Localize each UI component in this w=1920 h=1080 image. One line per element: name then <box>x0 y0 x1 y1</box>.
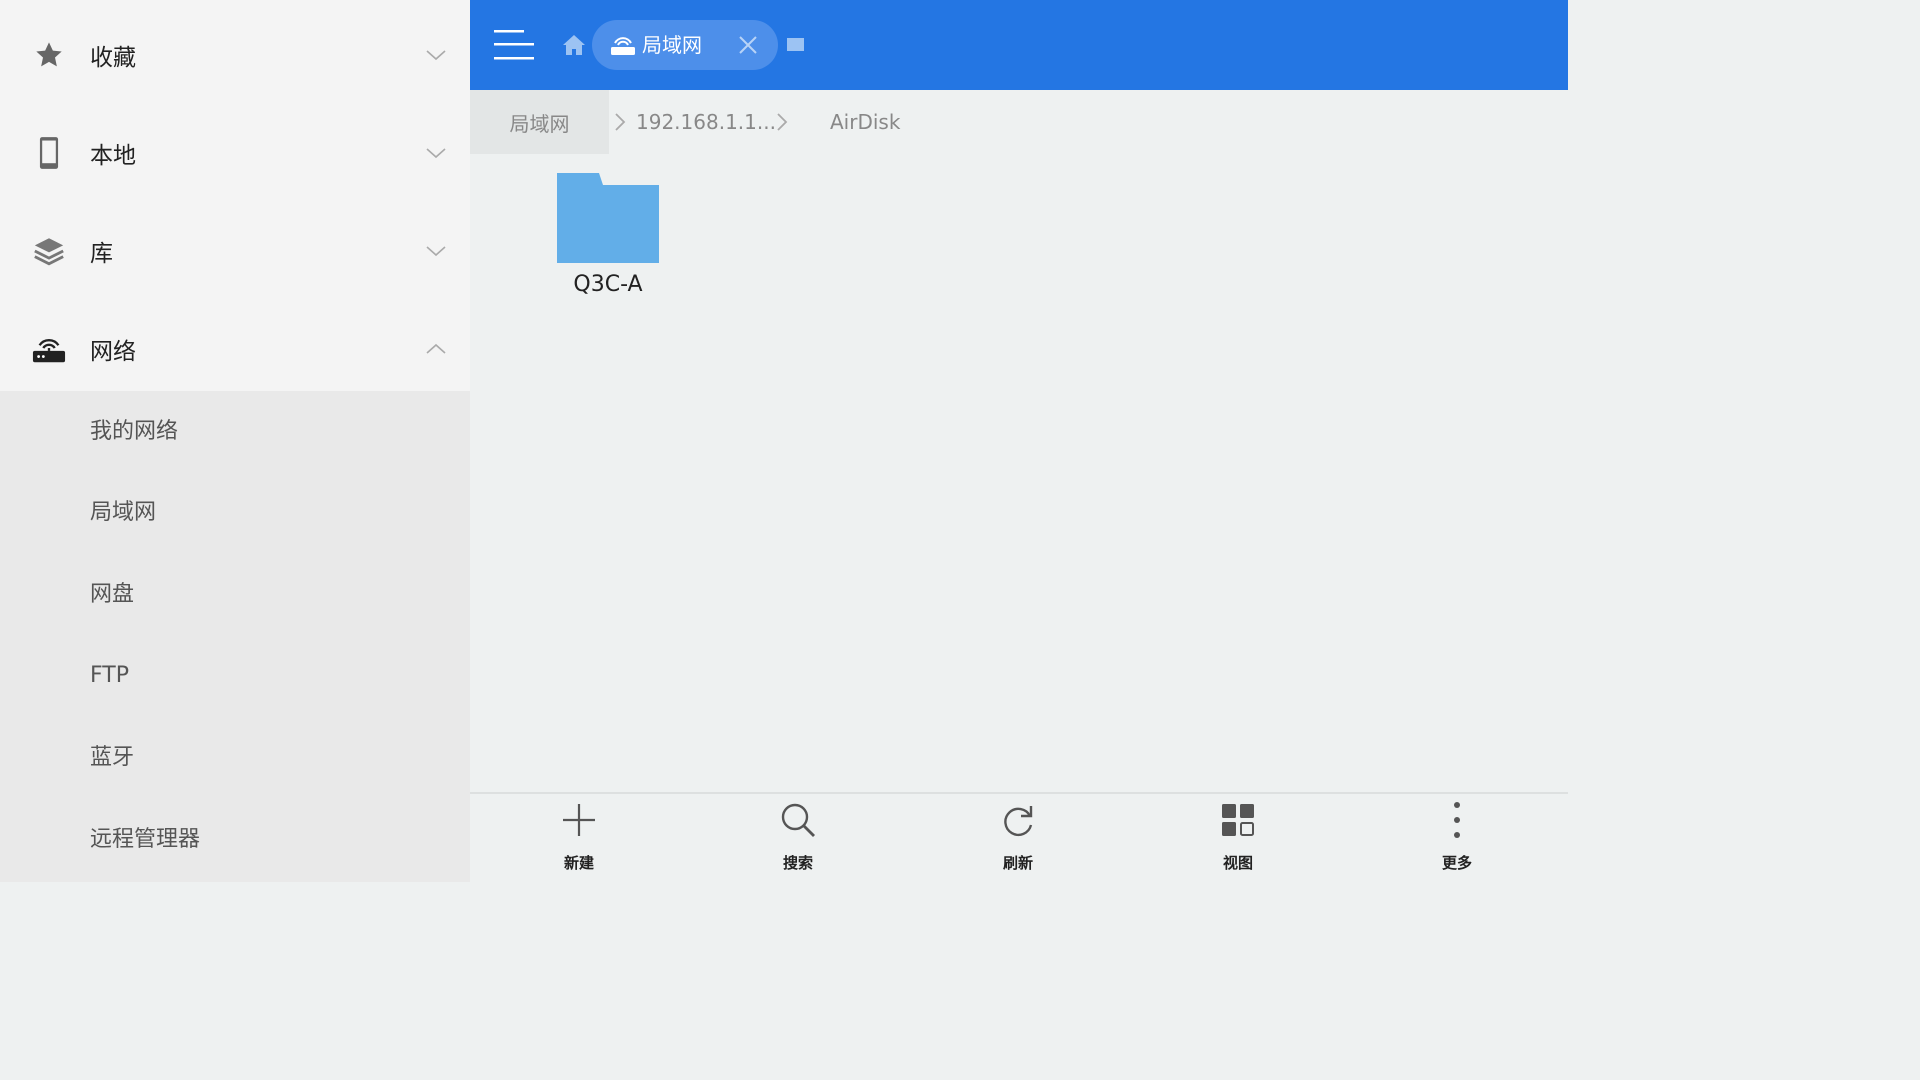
sidebar-item-remote-manager[interactable]: 远程管理器 <box>90 825 200 855</box>
layers-icon <box>32 234 66 268</box>
chevron-down-icon[interactable] <box>424 239 448 263</box>
file-item[interactable]: Q3C-A <box>552 168 664 308</box>
home-icon[interactable] <box>562 34 586 56</box>
tab-lan[interactable]: 局域网 <box>592 20 778 70</box>
file-name: Q3C-A <box>573 272 643 297</box>
view-button[interactable]: 视图 <box>1183 802 1293 876</box>
sidebar-section-label: 收藏 <box>90 45 136 71</box>
tab-label: 局域网 <box>642 33 702 57</box>
sidebar-item-my-network[interactable]: 我的网络 <box>90 417 178 447</box>
refresh-button[interactable]: 刷新 <box>963 802 1073 876</box>
plus-icon <box>563 804 595 836</box>
bottom-toolbar: 新建 搜索 刷新 视图 更多 <box>470 792 1568 882</box>
more-button[interactable]: 更多 <box>1402 802 1512 876</box>
folder-icon <box>557 173 659 263</box>
sidebar-section-label: 本地 <box>90 143 136 169</box>
sidebar-section-label: 库 <box>90 241 113 267</box>
grid-view-icon <box>1222 804 1254 836</box>
breadcrumb-item[interactable]: 192.168.1.1... <box>636 90 776 154</box>
star-icon <box>32 38 66 72</box>
breadcrumb: 局域网 192.168.1.1... AirDisk <box>470 90 1568 154</box>
sidebar-section-label: 网络 <box>90 339 136 365</box>
sidebar: 收藏 本地 库 网络 我的网络 局域网 网盘 FTP 蓝牙 远程管理器 <box>0 0 470 882</box>
sidebar-section-network[interactable]: 网络 <box>0 300 470 398</box>
new-window-icon[interactable] <box>786 37 806 53</box>
sidebar-item-lan[interactable]: 局域网 <box>90 498 156 528</box>
search-button[interactable]: 搜索 <box>743 802 853 876</box>
search-button-label: 搜索 <box>782 854 813 872</box>
router-icon <box>611 37 635 55</box>
new-button[interactable]: 新建 <box>524 802 634 876</box>
sidebar-section-library[interactable]: 库 <box>0 202 470 300</box>
refresh-button-label: 刷新 <box>1002 854 1033 872</box>
chevron-right-icon <box>615 113 626 131</box>
chevron-down-icon[interactable] <box>424 141 448 165</box>
chevron-right-icon <box>777 113 788 131</box>
phone-icon <box>32 136 66 170</box>
sidebar-item-ftp[interactable]: FTP <box>90 661 129 691</box>
breadcrumb-item[interactable]: AirDisk <box>830 90 900 154</box>
chevron-up-icon[interactable] <box>424 337 448 361</box>
more-button-label: 更多 <box>1441 854 1472 872</box>
menu-icon[interactable] <box>494 28 534 62</box>
sidebar-section-favorites[interactable]: 收藏 <box>0 6 470 104</box>
sidebar-item-cloud-drive[interactable]: 网盘 <box>90 580 134 610</box>
sidebar-item-bluetooth[interactable]: 蓝牙 <box>90 743 134 773</box>
new-button-label: 新建 <box>563 854 594 872</box>
refresh-icon <box>1004 806 1033 837</box>
chevron-down-icon[interactable] <box>424 43 448 67</box>
network-submenu: 我的网络 局域网 网盘 FTP 蓝牙 远程管理器 <box>0 391 470 882</box>
top-bar: 局域网 <box>470 0 1568 90</box>
search-icon <box>781 803 815 837</box>
sidebar-section-local[interactable]: 本地 <box>0 104 470 202</box>
breadcrumb-item[interactable]: 局域网 <box>470 90 609 154</box>
close-icon[interactable] <box>738 35 758 55</box>
router-icon <box>32 332 66 366</box>
view-button-label: 视图 <box>1222 854 1253 872</box>
more-vertical-icon <box>1454 802 1460 838</box>
